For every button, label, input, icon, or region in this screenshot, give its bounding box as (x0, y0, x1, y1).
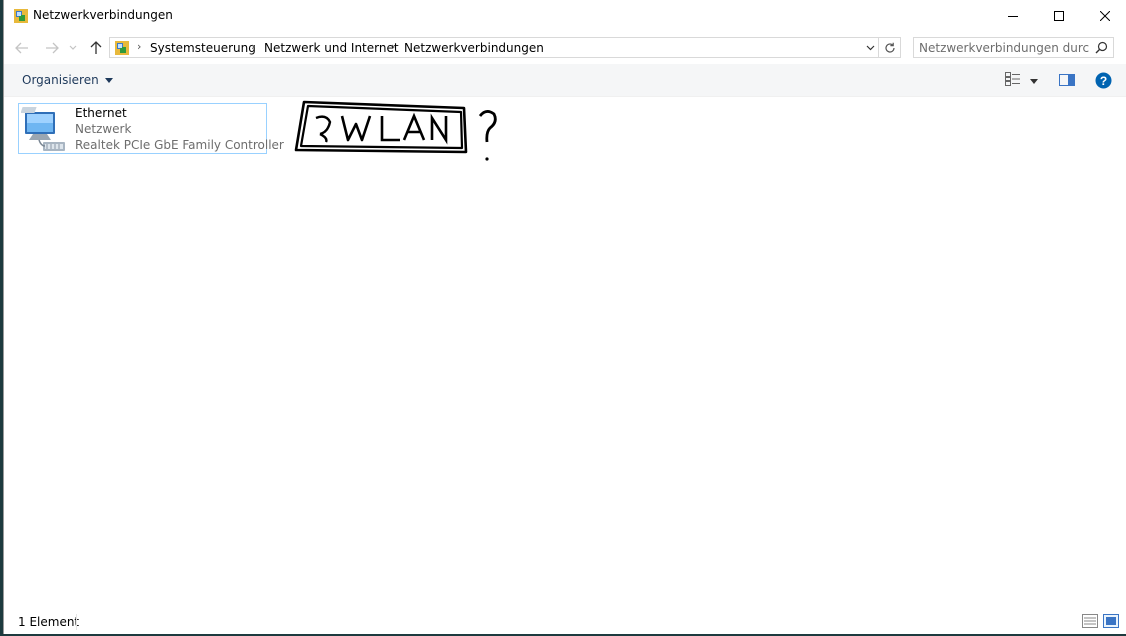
arrow-right-icon (46, 42, 59, 54)
breadcrumb-separator: › (137, 40, 142, 53)
breadcrumb-separator: › (391, 40, 396, 53)
minimize-button[interactable] (990, 0, 1036, 32)
item-count: 1 Element (18, 615, 80, 629)
address-history-button[interactable] (862, 38, 878, 57)
organize-label: Organisieren (22, 73, 99, 87)
recent-locations-button[interactable] (68, 40, 78, 56)
file-list: Ethernet Netzwerk Realtek PCIe GbE Famil… (4, 97, 1126, 606)
close-button[interactable] (1082, 0, 1126, 32)
window-title: Netzwerkverbindungen (33, 8, 173, 22)
network-connections-icon (14, 9, 28, 23)
search-icon (1095, 41, 1108, 54)
arrow-up-icon (90, 41, 102, 54)
svg-text:?: ? (1100, 74, 1107, 88)
title-bar: Netzwerkverbindungen (4, 0, 1126, 32)
breadcrumb-netzwerkverbindungen[interactable]: Netzwerkverbindungen (404, 41, 544, 55)
view-options-icon (1005, 72, 1020, 86)
control-panel-icon (115, 41, 129, 55)
status-divider (76, 614, 77, 630)
change-view-button[interactable] (1005, 72, 1021, 89)
view-options-dropdown[interactable] (1030, 78, 1038, 84)
search-box[interactable]: Netzwerkverbindungen durch... (913, 37, 1114, 58)
details-view-icon[interactable] (1082, 614, 1098, 628)
organize-button[interactable]: Organisieren (22, 73, 113, 87)
maximize-icon (1054, 11, 1064, 21)
forward-button[interactable] (44, 40, 60, 56)
help-button[interactable]: ? (1095, 72, 1112, 92)
help-icon: ? (1095, 72, 1112, 89)
explorer-window: Netzwerkverbindungen › Systemsteuerung › (3, 0, 1126, 634)
maximize-button[interactable] (1036, 0, 1082, 32)
breadcrumb-netzwerk-und-internet[interactable]: Netzwerk und Internet (264, 41, 399, 55)
large-icons-view-icon[interactable] (1103, 614, 1119, 628)
caret-down-icon (104, 78, 113, 83)
chevron-down-icon (69, 45, 77, 50)
chevron-down-icon (866, 45, 874, 50)
preview-pane-button[interactable] (1059, 74, 1075, 89)
refresh-icon (884, 42, 895, 53)
arrow-left-icon (15, 42, 28, 54)
item-device: Realtek PCIe GbE Family Controller (75, 138, 284, 152)
minimize-icon (1008, 16, 1018, 17)
list-item-ethernet[interactable]: Ethernet Netzwerk Realtek PCIe GbE Famil… (18, 103, 284, 154)
item-name: Ethernet (75, 106, 127, 120)
back-button[interactable] (14, 40, 30, 56)
close-icon (1100, 11, 1110, 21)
breadcrumb-systemsteuerung[interactable]: Systemsteuerung (150, 41, 256, 55)
refresh-button[interactable] (879, 37, 901, 58)
address-bar[interactable]: › Systemsteuerung › Netzwerk und Interne… (109, 37, 879, 58)
search-input[interactable]: Netzwerkverbindungen durch... (919, 41, 1089, 55)
item-network: Netzwerk (75, 122, 132, 136)
command-bar: Organisieren ? (4, 64, 1126, 97)
handwritten-wlan-annotation (294, 100, 497, 161)
breadcrumb-separator: › (251, 40, 256, 53)
up-button[interactable] (88, 40, 104, 56)
ethernet-adapter-icon (21, 107, 65, 151)
caret-down-icon (1030, 79, 1038, 84)
preview-pane-icon (1059, 74, 1075, 86)
status-bar: 1 Element (4, 606, 1126, 634)
